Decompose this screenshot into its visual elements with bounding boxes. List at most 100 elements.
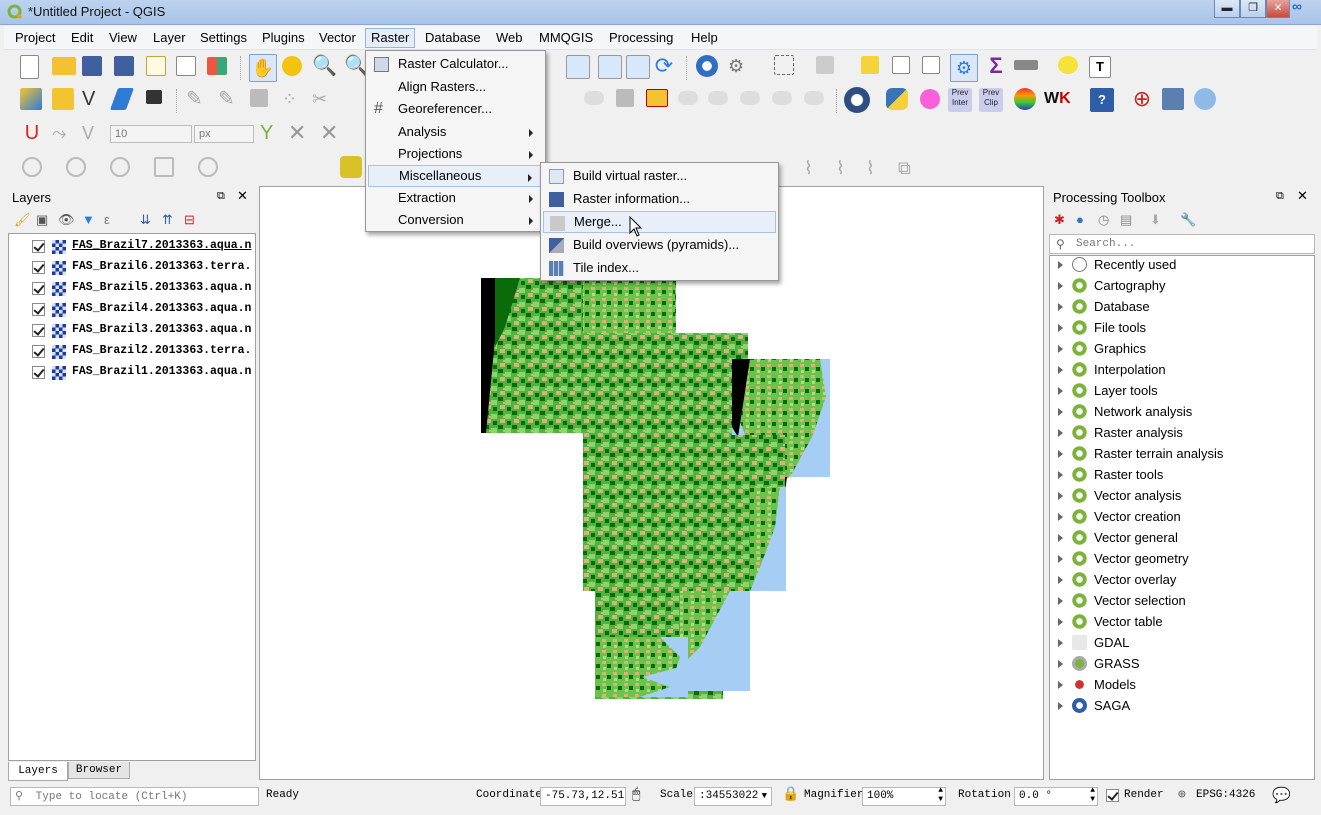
menu-mmqgis[interactable]: MMQGIS — [534, 28, 598, 48]
layer-visibility-checkbox[interactable] — [32, 345, 45, 358]
label-tool-5-icon[interactable] — [708, 91, 728, 105]
expand-arrow-icon[interactable] — [1058, 261, 1063, 269]
filter-expression-icon[interactable]: ε — [104, 212, 110, 227]
menu-vector[interactable]: Vector — [314, 28, 361, 48]
layer-item[interactable]: FAS_Brazil5.2013363.aqua.n — [30, 279, 256, 299]
label-tool-8-icon[interactable] — [804, 91, 824, 105]
menu-web[interactable]: Web — [491, 28, 528, 48]
layer-visibility-checkbox[interactable] — [32, 366, 45, 379]
expand-arrow-icon[interactable] — [1058, 555, 1063, 563]
layer-visibility-checkbox[interactable] — [32, 282, 45, 295]
menu-item-analysis[interactable]: Analysis — [368, 121, 543, 143]
layer-item[interactable]: FAS_Brazil6.2013363.terra. — [30, 258, 256, 278]
expand-arrow-icon[interactable] — [1058, 513, 1063, 521]
save-project-icon[interactable] — [82, 56, 102, 76]
menu-item-build-virtual-raster[interactable]: Build virtual raster... — [543, 165, 776, 187]
help-icon[interactable]: ? — [1090, 88, 1114, 112]
field-calculator-icon[interactable] — [922, 56, 940, 74]
bookmark-icon[interactable] — [626, 55, 650, 79]
python-console-icon[interactable] — [886, 88, 908, 110]
render-checkbox[interactable] — [1106, 789, 1119, 802]
scripts-icon[interactable]: ● — [1076, 212, 1084, 227]
text-annotation-icon[interactable]: T — [1089, 56, 1111, 78]
fill-ring-icon[interactable] — [110, 157, 130, 177]
menu-item-projections[interactable]: Projections — [368, 143, 543, 165]
menu-item-georeferencer[interactable]: # Georeferencer... — [368, 98, 543, 120]
vertex-tool-icon[interactable]: ✂ — [312, 88, 336, 112]
expand-arrow-icon[interactable] — [1058, 576, 1063, 584]
layer-visibility-checkbox[interactable] — [32, 324, 45, 337]
new-geopackage-icon[interactable] — [52, 88, 74, 110]
attribute-table-icon[interactable] — [892, 56, 910, 74]
trace-icon[interactable]: ✕ — [320, 122, 344, 146]
refresh-icon[interactable]: ⟳ — [652, 55, 676, 79]
label-tool-2-icon[interactable] — [616, 89, 634, 107]
edit-features-inplace-icon[interactable]: ⬇ — [1150, 212, 1161, 228]
messages-icon[interactable]: 💬 — [1272, 786, 1291, 805]
menu-item-miscellaneous[interactable]: Miscellaneous — [368, 165, 543, 187]
rotation-spinbox[interactable]: 0.0 ° ▲ ▼ — [1014, 786, 1098, 806]
expand-arrow-icon[interactable] — [1058, 282, 1063, 290]
deselect-icon[interactable] — [816, 56, 834, 74]
menu-processing[interactable]: Processing — [604, 28, 678, 48]
visibility-eye-icon[interactable]: 👁 — [58, 212, 75, 228]
menu-item-extraction[interactable]: Extraction — [368, 187, 543, 209]
data-source-manager-icon[interactable] — [20, 88, 42, 110]
menu-item-tile-index[interactable]: Tile index... — [543, 257, 776, 279]
curve-tool-2-icon[interactable]: ⌇ — [836, 157, 860, 181]
menu-layer[interactable]: Layer — [148, 28, 191, 48]
menu-item-raster-information[interactable]: Raster information... — [543, 188, 776, 210]
statistics-icon[interactable]: Σ — [984, 55, 1008, 79]
add-mesh-icon[interactable] — [146, 90, 162, 104]
maximize-button[interactable]: ❐ — [1240, 0, 1266, 18]
layers-close-icon[interactable]: ✕ — [237, 188, 248, 204]
add-vector-icon[interactable]: V — [82, 88, 106, 112]
identify-icon[interactable] — [696, 55, 718, 77]
menu-item-align-rasters[interactable]: Align Rasters... — [368, 76, 543, 98]
plugin-pink-icon[interactable] — [920, 89, 940, 109]
label-tool-1-icon[interactable] — [584, 91, 604, 105]
pan-to-selection-icon[interactable] — [282, 56, 302, 76]
menu-item-raster-calculator[interactable]: Raster Calculator... — [368, 53, 543, 75]
expand-arrow-icon[interactable] — [1058, 492, 1063, 500]
menu-view[interactable]: View — [104, 28, 142, 48]
raster-plugin-icon[interactable] — [1014, 88, 1036, 110]
menu-item-build-overviews[interactable]: Build overviews (pyramids)... — [543, 234, 776, 256]
select-features-icon[interactable] — [774, 55, 794, 75]
add-group-icon[interactable]: ▣ — [36, 212, 48, 228]
menu-edit[interactable]: Edit — [66, 28, 98, 48]
expand-arrow-icon[interactable] — [1058, 702, 1063, 710]
minimize-button[interactable]: ▬ — [1214, 0, 1240, 18]
models-icon[interactable]: ✱ — [1054, 212, 1065, 228]
expand-arrow-icon[interactable] — [1058, 618, 1063, 626]
label-tool-4-icon[interactable] — [678, 91, 698, 105]
measure-icon[interactable]: ⚙ — [728, 55, 752, 79]
intersection-icon[interactable]: ✕ — [288, 122, 312, 146]
layer-visibility-checkbox[interactable] — [32, 240, 45, 253]
new-project-icon[interactable] — [20, 55, 39, 79]
open-project-icon[interactable] — [52, 57, 76, 75]
spin-arrows-icon[interactable]: ▲ ▼ — [938, 786, 943, 804]
style-manager-icon[interactable] — [207, 57, 227, 75]
zoom-in-icon[interactable]: 🔍 — [312, 55, 337, 79]
magnifier-spinbox[interactable]: 100% ▲ ▼ — [862, 786, 946, 806]
map-tips-icon[interactable] — [1058, 56, 1078, 74]
close-button[interactable]: ✕ — [1266, 0, 1290, 18]
toolbox-search[interactable]: ⚲ Search... — [1049, 234, 1315, 254]
quickmap-services-icon[interactable] — [844, 87, 870, 113]
toggle-extents-icon[interactable]: 🖱 — [632, 787, 640, 803]
select-expression-icon[interactable] — [861, 56, 879, 74]
results-viewer-icon[interactable]: ▤ — [1120, 212, 1132, 228]
pan-icon[interactable]: ✋ — [249, 54, 277, 82]
add-raster-icon[interactable] — [109, 88, 135, 110]
collapse-all-icon[interactable]: ⇈ — [162, 212, 173, 228]
layers-float-icon[interactable]: ⧉ — [217, 190, 225, 203]
add-ring-icon[interactable] — [22, 157, 42, 177]
scale-combo[interactable]: :34553022 ▼ — [694, 787, 772, 806]
expand-arrow-icon[interactable] — [1058, 324, 1063, 332]
lock-scale-icon[interactable]: 🔒 — [782, 786, 799, 803]
digitize-icon[interactable]: ⁘ — [282, 88, 306, 112]
menu-raster[interactable]: Raster — [365, 28, 416, 48]
prev-inter-icon[interactable]: Prev Inter — [948, 88, 972, 112]
coordinate-field[interactable]: -75.73,12.51 — [540, 787, 626, 806]
